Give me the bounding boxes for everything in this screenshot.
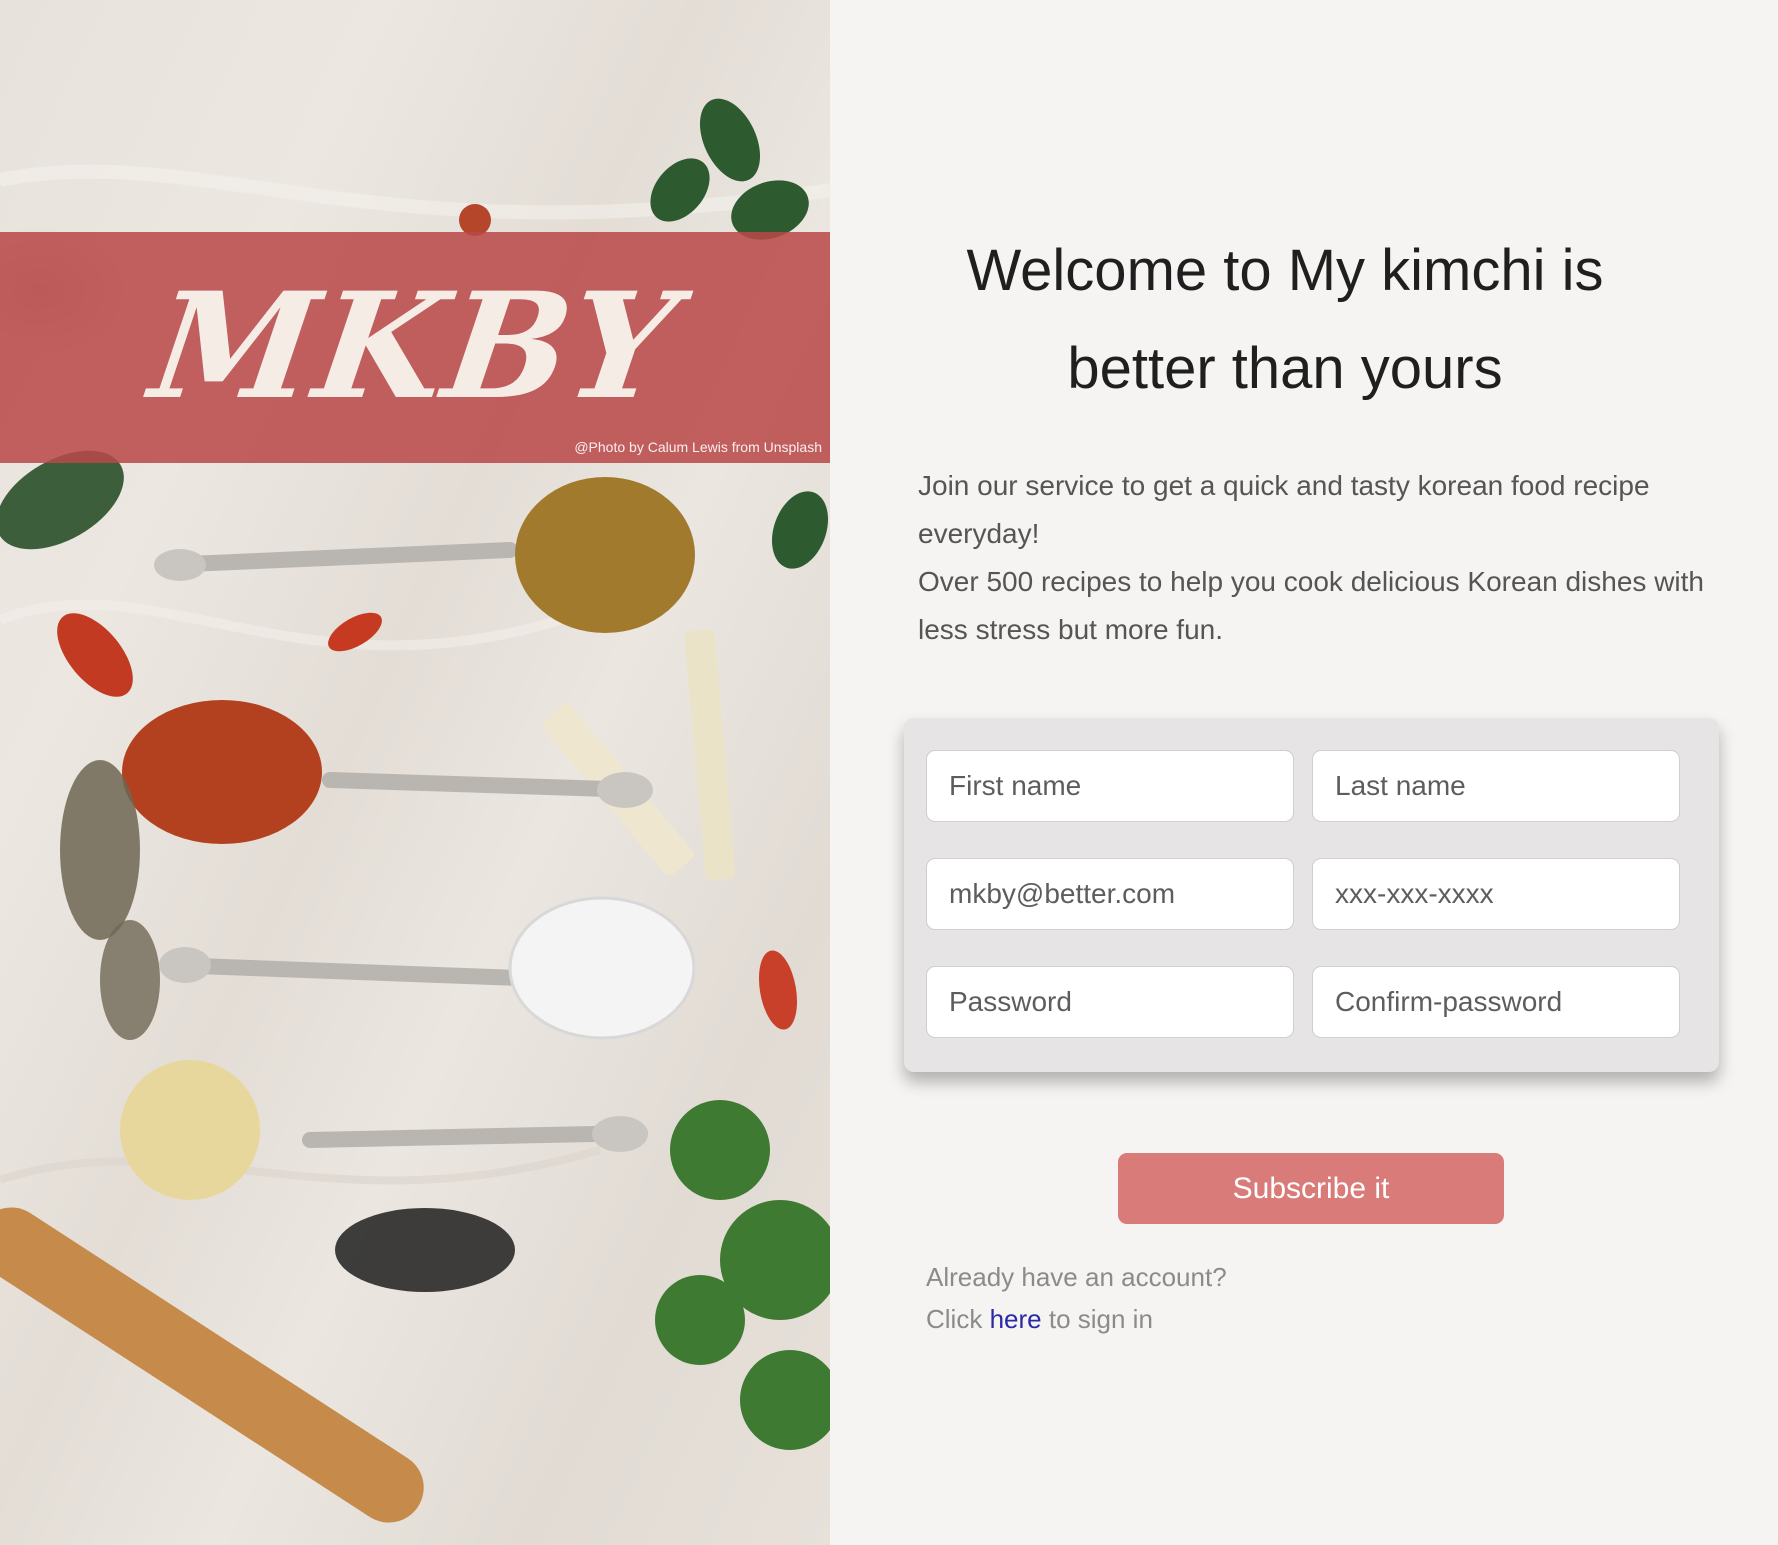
signin-question: Already have an account? bbox=[926, 1262, 1227, 1292]
intro-line-1: Join our service to get a quick and tast… bbox=[918, 470, 1650, 549]
photo-credit: @Photo by Calum Lewis from Unsplash bbox=[574, 439, 822, 455]
page-title: Welcome to My kimchi is better than your… bbox=[966, 238, 1604, 401]
subscribe-button[interactable]: Subscribe it bbox=[1118, 1153, 1504, 1224]
intro-line-2: Over 500 recipes to help you cook delici… bbox=[918, 566, 1704, 645]
hero-banner: MKBY @Photo by Calum Lewis from Unsplash bbox=[0, 232, 830, 463]
confirm-password-input[interactable] bbox=[1312, 966, 1680, 1038]
phone-input[interactable] bbox=[1312, 858, 1680, 930]
signup-form bbox=[904, 718, 1719, 1072]
signup-panel: Welcome to My kimchi is better than your… bbox=[830, 0, 1778, 1545]
last-name-input[interactable] bbox=[1312, 750, 1680, 822]
first-name-input[interactable] bbox=[926, 750, 1294, 822]
logo: MKBY bbox=[142, 261, 688, 432]
email-input[interactable] bbox=[926, 858, 1294, 930]
signin-suffix: to sign in bbox=[1048, 1304, 1153, 1334]
hero-image: MKBY @Photo by Calum Lewis from Unsplash bbox=[0, 0, 830, 1545]
signin-link[interactable]: here bbox=[990, 1304, 1042, 1334]
signin-prompt: Already have an account? Click here to s… bbox=[926, 1256, 1227, 1340]
signin-prefix: Click bbox=[926, 1304, 983, 1334]
password-input[interactable] bbox=[926, 966, 1294, 1038]
intro-text: Join our service to get a quick and tast… bbox=[918, 462, 1718, 654]
signin-line: Click here to sign in bbox=[926, 1298, 1227, 1340]
